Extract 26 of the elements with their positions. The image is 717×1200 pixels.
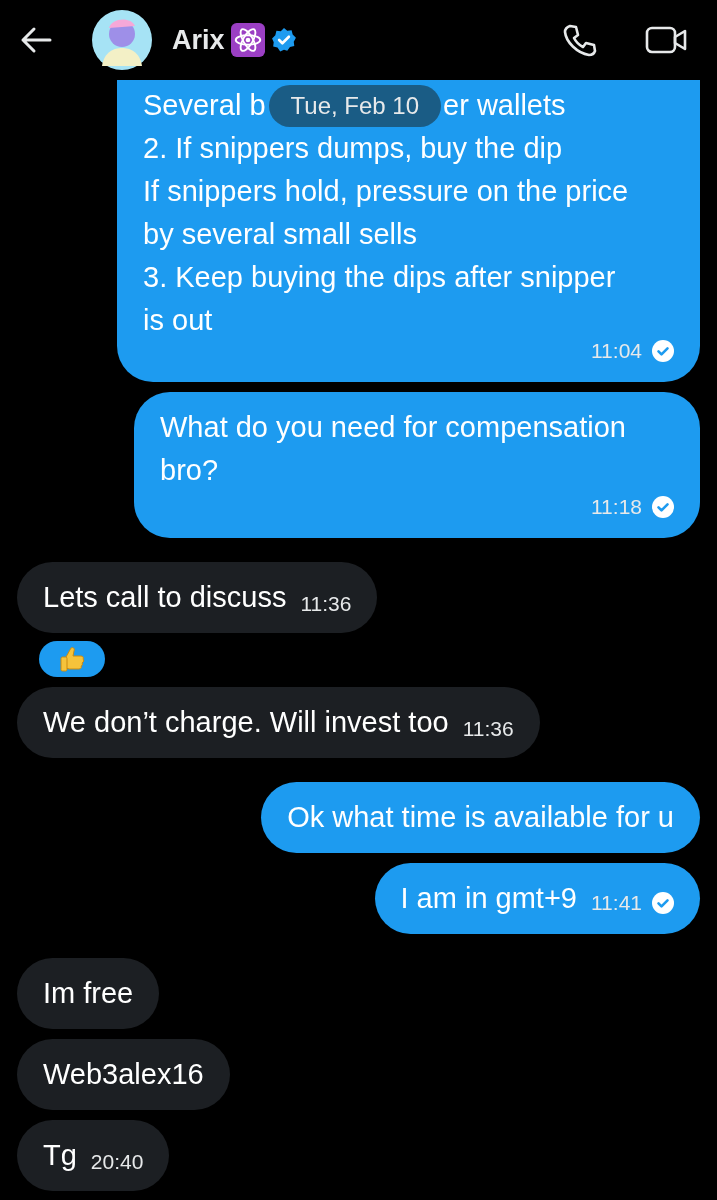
back-arrow-icon[interactable] — [20, 26, 52, 54]
message-text: Im free — [43, 976, 134, 1011]
message-text: Tg — [43, 1138, 77, 1173]
atom-icon — [230, 23, 265, 57]
message-text: I am in gmt+9 — [400, 881, 577, 916]
date-chip: Tue, Feb 10 — [268, 84, 442, 127]
timestamp: 11:36 — [462, 716, 514, 742]
message-text: What do you need for compensation bro? — [160, 410, 627, 488]
timestamp: 11:36 — [300, 591, 352, 617]
video-camera-icon[interactable] — [645, 24, 687, 56]
timestamp: 11:04 — [591, 338, 642, 364]
avatar[interactable] — [92, 10, 152, 70]
phone-icon[interactable] — [561, 22, 597, 58]
message-text: Web3alex16 — [43, 1057, 204, 1092]
timestamp: 11:41 — [591, 890, 642, 916]
message-text: Ok what time is available for u — [287, 800, 674, 835]
thumbs-up-icon — [57, 644, 87, 674]
timestamp: 20:40 — [90, 1149, 144, 1175]
message-text: We don’t charge. Will invest too — [43, 705, 449, 740]
message-text: Several b — [143, 88, 266, 123]
message-text: Lets call to discuss — [43, 580, 287, 615]
message-text: 2. If snippers dumps, buy the dip If snippers hold, pressure on the price by several small sells 3. Keep buying the dips after snipper is out — [143, 131, 629, 338]
contact-name: Arix — [172, 24, 225, 56]
timestamp: 11:18 — [591, 494, 642, 520]
message-text: er wallets — [443, 88, 566, 123]
reaction-pill[interactable] — [39, 641, 105, 677]
